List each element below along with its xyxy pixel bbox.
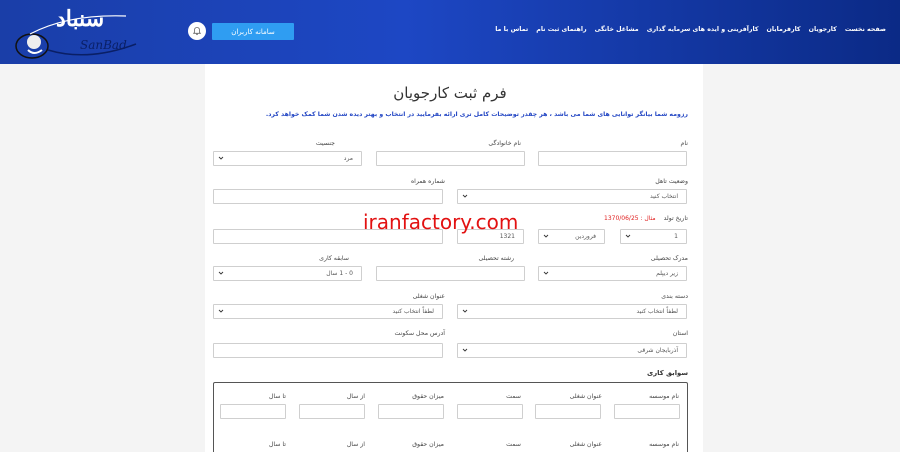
name-input[interactable] (538, 151, 687, 166)
nav-item-home[interactable]: صفحه نخست (845, 26, 886, 38)
province-select[interactable]: آذربایجان شرقی (457, 343, 687, 358)
wh-col-company-label: نام موسسه (649, 441, 679, 448)
address-label: آدرس محل سکونت (394, 330, 445, 337)
wh-col-position-label: سمت (506, 441, 521, 448)
wh-col-jobtitle-label: عنوان شغلی (569, 393, 602, 400)
nav-item-entrepreneurship[interactable]: کارآفرینی و ایده های سرمایه گذاری (647, 26, 759, 38)
nav-item-employers[interactable]: کارفرمایان (767, 26, 801, 38)
marital-label: وضعیت تاهل (655, 178, 688, 185)
marital-value: انتخاب کنید (649, 193, 678, 200)
family-input[interactable] (376, 151, 525, 166)
job-title-value: لطفاً انتخاب کنید (392, 308, 434, 315)
wh-to-input[interactable] (220, 404, 286, 419)
wh-col-from-label: از سال (346, 393, 365, 400)
major-input[interactable] (376, 266, 525, 281)
province-value: آذربایجان شرقی (637, 347, 678, 354)
notification-bell-icon[interactable] (188, 22, 206, 40)
wh-col-salary-label: میزان حقوق (412, 441, 444, 448)
birth-example: مثال : 1370/06/25 (604, 215, 656, 222)
degree-select[interactable]: زیر دیپلم (538, 266, 687, 281)
major-label: رشته تحصیلی (478, 255, 514, 262)
wh-col-to-label: تا سال (268, 393, 286, 400)
watermark-text: iranfactory.com (363, 210, 519, 234)
chevron-down-icon (218, 156, 224, 160)
gender-select[interactable]: مرد (213, 151, 362, 166)
wh-col-to-label: تا سال (268, 441, 286, 448)
family-label: نام خانوادگی (488, 140, 521, 147)
wh-col-position-label: سمت (506, 393, 521, 400)
chevron-down-icon (218, 271, 224, 275)
birth-year-value: 1321 (499, 233, 515, 240)
chevron-down-icon (462, 194, 468, 198)
chevron-down-icon (625, 234, 631, 238)
birth-month-value: فروردین (575, 233, 596, 240)
job-title-select[interactable]: لطفاً انتخاب کنید (213, 304, 443, 319)
birth-label: تاریخ تولد (663, 215, 688, 222)
birth-month-select[interactable]: فروردین (538, 229, 605, 244)
wh-position-input[interactable] (457, 404, 523, 419)
category-label: دسته بندی (661, 293, 688, 300)
nav-item-home-jobs[interactable]: مشاغل خانگی (595, 26, 639, 38)
wh-col-jobtitle-label: عنوان شغلی (569, 441, 602, 448)
work-history-title: سوابق کاری (647, 369, 688, 377)
experience-value: 0 - 1 سال (326, 270, 353, 277)
wh-company-input[interactable] (614, 404, 680, 419)
category-select[interactable]: لطفاً انتخاب کنید (457, 304, 687, 319)
wh-col-company-label: نام موسسه (649, 393, 679, 400)
logo-latin-text: SanBad (80, 38, 127, 52)
intro-text: رزومه شما بیانگر توانایی های شما می باشد… (265, 111, 688, 118)
site-logo[interactable]: سنباد SanBad (8, 4, 144, 60)
category-value: لطفاً انتخاب کنید (636, 308, 678, 315)
logo-persian-text: سنباد (56, 6, 105, 32)
users-system-button[interactable]: سامانه کاربران (212, 23, 294, 40)
address-input[interactable] (213, 343, 443, 358)
birth-day-select[interactable]: 1 (620, 229, 687, 244)
experience-select[interactable]: 0 - 1 سال (213, 266, 362, 281)
wh-salary-input[interactable] (378, 404, 444, 419)
degree-value: زیر دیپلم (656, 270, 678, 277)
nav-item-contact[interactable]: تماس با ما (495, 26, 528, 38)
gender-label: جنسیت (315, 140, 335, 147)
name-label: نام (680, 140, 688, 147)
main-nav: صفحه نخست کارجویان کارفرمایان کارآفرینی … (495, 26, 886, 38)
marital-select[interactable]: انتخاب کنید (457, 189, 687, 204)
nav-item-jobseekers[interactable]: کارجویان (809, 26, 837, 38)
job-title-label: عنوان شغلی (412, 293, 445, 300)
mobile-input[interactable] (213, 189, 443, 204)
wh-col-salary-label: میزان حقوق (412, 393, 444, 400)
experience-label: سابقه کاری (319, 255, 349, 262)
chevron-down-icon (543, 234, 549, 238)
wh-from-input[interactable] (299, 404, 365, 419)
chevron-down-icon (543, 271, 549, 275)
chevron-down-icon (462, 348, 468, 352)
chevron-down-icon (218, 309, 224, 313)
gender-value: مرد (343, 155, 353, 162)
wh-jobtitle-input[interactable] (535, 404, 601, 419)
page-title: فرم ثبت کارجویان (393, 84, 507, 102)
chevron-down-icon (462, 309, 468, 313)
mobile-label: شماره همراه (410, 178, 445, 185)
province-label: استان (672, 330, 688, 337)
birth-day-value: 1 (674, 233, 678, 240)
degree-label: مدرک تحصیلی (650, 255, 688, 262)
wh-col-from-label: از سال (346, 441, 365, 448)
top-navbar: سنباد SanBad سامانه کاربران صفحه نخست کا… (0, 0, 900, 64)
nav-item-registration-guide[interactable]: راهنمای ثبت نام (536, 26, 586, 38)
